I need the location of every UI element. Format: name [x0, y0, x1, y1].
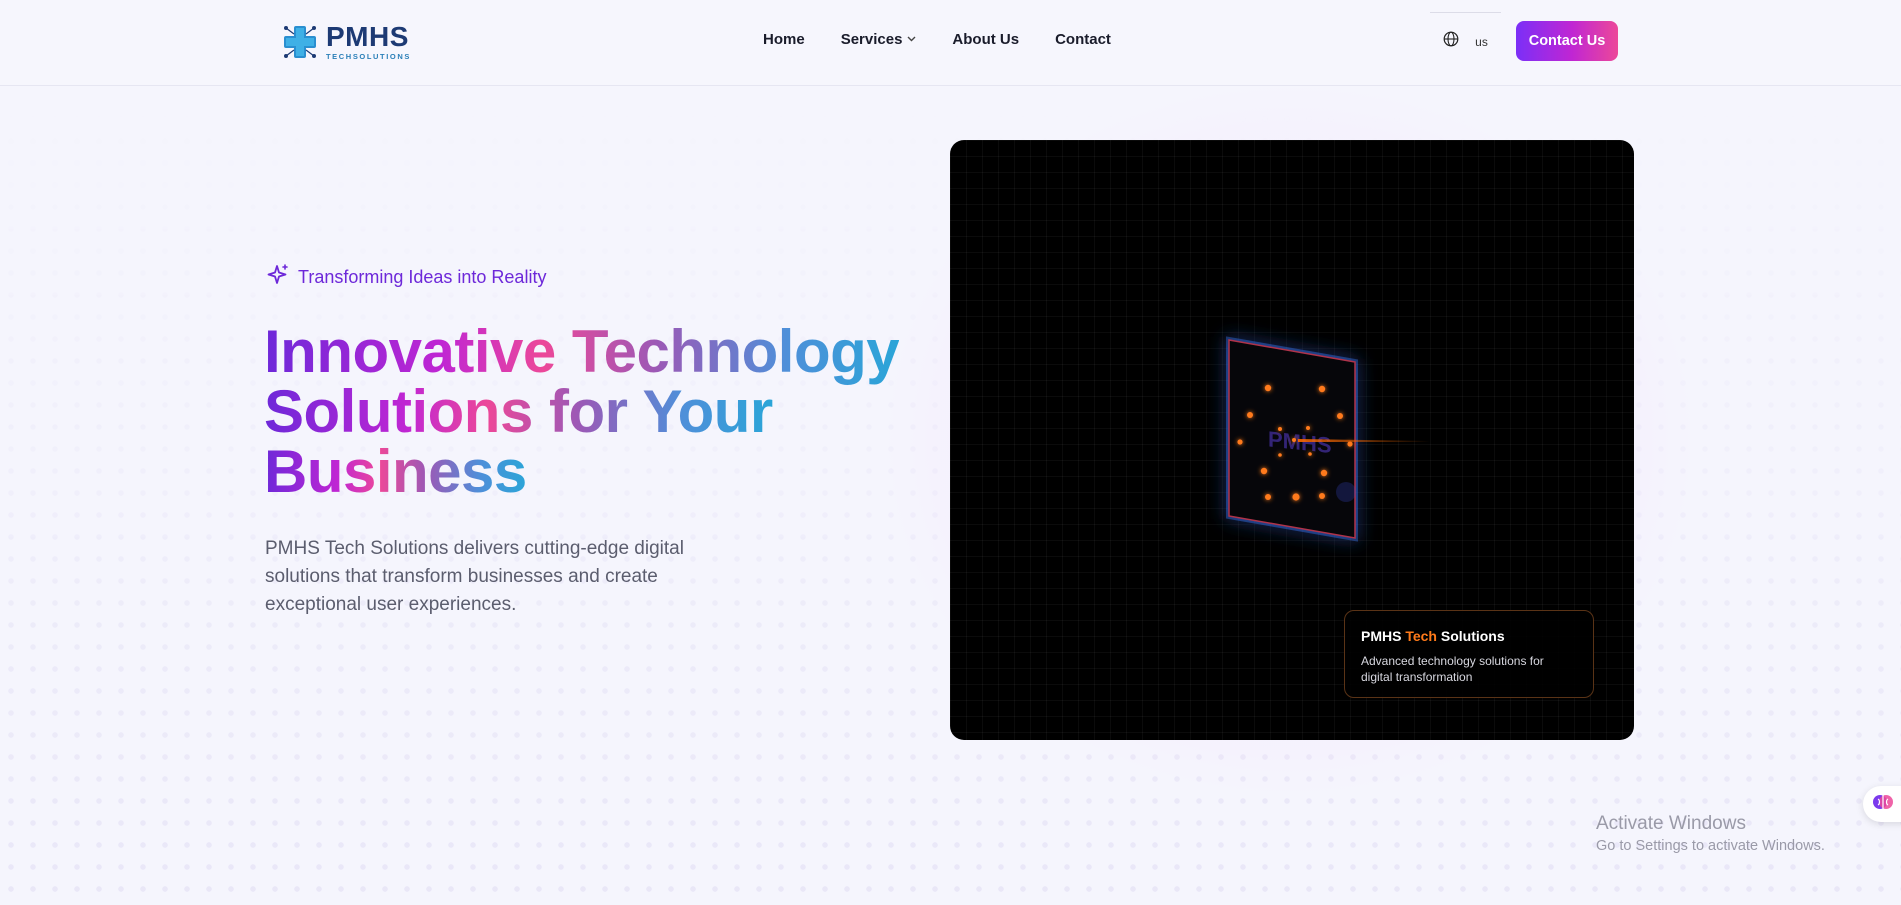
contact-us-button[interactable]: Contact Us: [1516, 21, 1618, 61]
nav-services[interactable]: Services: [841, 31, 917, 48]
info-card-title-part1: PMHS: [1361, 628, 1406, 644]
nav-services-label: Services: [840, 31, 903, 48]
floating-assistant-widget[interactable]: [1863, 786, 1901, 822]
globe-icon: [1443, 31, 1459, 52]
hero-badge: Transforming Ideas into Reality: [266, 263, 546, 292]
logo-cross-icon: [280, 22, 320, 62]
tech-visual-panel: PMHS PMHS Tech Solutions Advanced techno…: [950, 140, 1634, 740]
chevron-down-icon: [907, 34, 916, 45]
sparkles-icon: [266, 263, 290, 292]
nav-contact[interactable]: Contact: [1055, 31, 1111, 48]
hero-headline: Innovative Technology Solutions for Your…: [264, 322, 924, 502]
headline-line-1: Innovative Technology: [264, 318, 900, 385]
info-card: PMHS Tech Solutions Advanced technology …: [1344, 610, 1594, 698]
watermark-title: Activate Windows: [1596, 813, 1746, 834]
logo-name: PMHS: [326, 21, 409, 53]
hero-description: PMHS Tech Solutions delivers cutting-edg…: [265, 538, 684, 615]
headline-line-2: Solutions for Your: [264, 378, 773, 445]
hero-badge-text: Transforming Ideas into Reality: [298, 267, 547, 287]
language-code: us: [1475, 34, 1488, 49]
watermark-subtitle: Go to Settings to activate Windows.: [1596, 838, 1825, 854]
info-card-title-part2: Solutions: [1436, 628, 1505, 644]
info-card-description: Advanced technology solutions for digita…: [1361, 654, 1544, 684]
language-selector[interactable]: us: [1430, 12, 1501, 70]
nav-about-us[interactable]: About Us: [952, 31, 1019, 48]
logo[interactable]: PMHS TECHSOLUTIONS: [280, 20, 420, 64]
headline-line-3: Business: [264, 438, 527, 505]
nav-home[interactable]: Home: [763, 31, 805, 48]
site-header: PMHS TECHSOLUTIONS Home Services About U…: [0, 0, 1901, 86]
info-card-title: PMHS Tech Solutions: [1361, 628, 1577, 644]
logo-tagline: TECHSOLUTIONS: [326, 52, 411, 62]
windows-activation-watermark: Activate Windows Go to Settings to activ…: [1596, 813, 1825, 854]
brain-icon: [1873, 792, 1893, 817]
main-nav: Home Services About Us Contact: [763, 31, 1147, 48]
info-card-title-accent: Tech: [1405, 628, 1437, 644]
